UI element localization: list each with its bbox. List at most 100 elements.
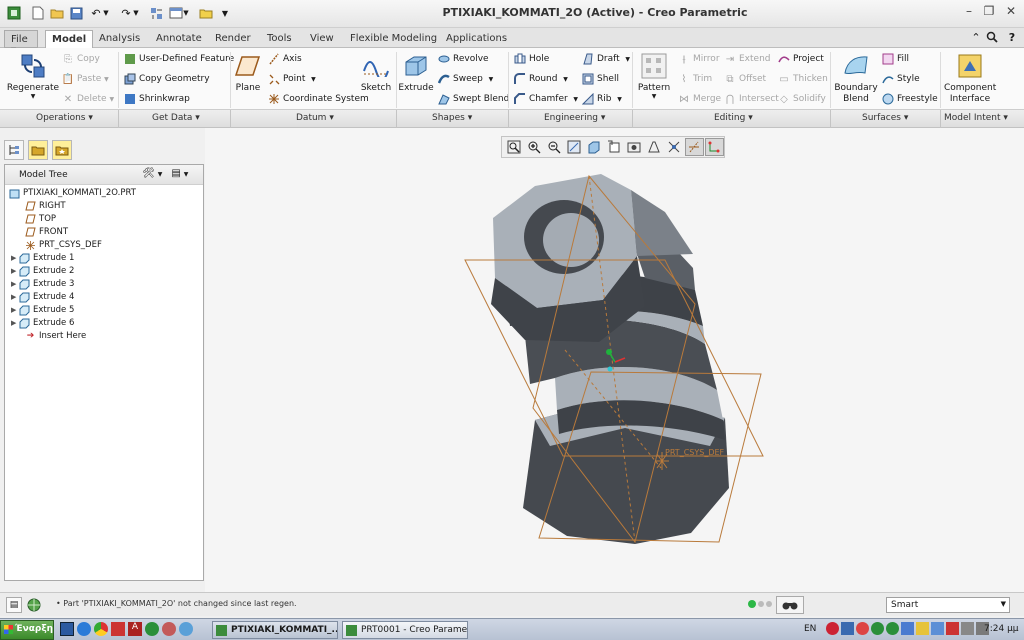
tree-item-right[interactable]: RIGHT bbox=[25, 200, 66, 212]
expand-icon[interactable]: ▶ bbox=[11, 267, 19, 275]
app-circle-icon[interactable] bbox=[162, 622, 176, 636]
tree-item-front[interactable]: FRONT bbox=[25, 226, 68, 238]
creo-launch-icon[interactable] bbox=[145, 622, 159, 636]
expand-icon[interactable]: ▶ bbox=[11, 254, 19, 262]
tab-view[interactable]: View bbox=[304, 30, 340, 48]
expand-icon[interactable]: ▶ bbox=[11, 293, 19, 301]
app-blue-icon[interactable] bbox=[179, 622, 193, 636]
favorites-tab-icon[interactable] bbox=[52, 140, 72, 160]
group-surfaces[interactable]: Surfaces ▾ bbox=[862, 113, 908, 123]
pattern-button[interactable]: Pattern ▼ bbox=[638, 52, 670, 100]
group-engineering[interactable]: Engineering ▾ bbox=[544, 113, 605, 123]
minimize-button[interactable]: – bbox=[960, 4, 978, 20]
model-tree-tab-icon[interactable] bbox=[4, 140, 24, 160]
annotation-display-icon[interactable] bbox=[665, 138, 684, 156]
extrude-button[interactable]: Extrude bbox=[398, 52, 434, 93]
tree-item-part[interactable]: PTIXIAKI_KOMMATI_2O.PRT bbox=[9, 187, 136, 199]
chamfer-button[interactable]: Chamfer ▼ bbox=[514, 92, 578, 106]
group-operations[interactable]: Operations ▾ bbox=[36, 113, 93, 123]
copy-geometry-button[interactable]: Copy Geometry bbox=[124, 72, 210, 86]
tray-icon-1[interactable] bbox=[826, 622, 839, 635]
network-icon[interactable] bbox=[961, 622, 974, 635]
model-render[interactable]: PRT_CSYS_DEF bbox=[205, 128, 1024, 592]
paste-button[interactable]: 📋 Paste ▼ bbox=[62, 72, 109, 86]
sweep-button[interactable]: Sweep ▼ bbox=[438, 72, 493, 86]
tab-model[interactable]: Model bbox=[45, 30, 94, 48]
tree-item-extrude-6[interactable]: ▶ Extrude 6 bbox=[11, 317, 74, 329]
delete-button[interactable]: ✕ Delete ▼ bbox=[62, 92, 114, 106]
taskbar-item-prt0001[interactable]: PRT0001 - Creo Paramet... bbox=[342, 621, 468, 639]
tray-icon-8[interactable] bbox=[931, 622, 944, 635]
zoom-in-icon[interactable] bbox=[524, 138, 543, 156]
group-editing[interactable]: Editing ▾ bbox=[714, 113, 753, 123]
tab-tools[interactable]: Tools bbox=[261, 30, 298, 48]
search-icon[interactable] bbox=[984, 29, 1000, 45]
group-shapes[interactable]: Shapes ▾ bbox=[432, 113, 472, 123]
folder-browser-tab-icon[interactable] bbox=[28, 140, 48, 160]
toggle-navigator-icon[interactable]: ▤ bbox=[6, 597, 22, 613]
tree-settings-icon[interactable]: 🛠 bbox=[142, 168, 155, 179]
maximize-button[interactable]: ❐ bbox=[980, 4, 998, 20]
taskbar-item-ptixiaki[interactable]: PTIXIAKI_KOMMATI_... bbox=[212, 621, 338, 639]
tab-render[interactable]: Render bbox=[209, 30, 257, 48]
browser-globe-icon[interactable] bbox=[26, 597, 42, 613]
shrinkwrap-button[interactable]: Shrinkwrap bbox=[124, 92, 190, 106]
tab-annotate[interactable]: Annotate bbox=[150, 30, 208, 48]
collapse-ribbon-icon[interactable]: ⌃ bbox=[968, 29, 984, 45]
regenerate-button[interactable]: Regenerate ▼ bbox=[7, 52, 59, 100]
tray-icon-2[interactable] bbox=[841, 622, 854, 635]
expand-icon[interactable]: ▶ bbox=[11, 319, 19, 327]
tree-item-extrude-5[interactable]: ▶ Extrude 5 bbox=[11, 304, 74, 316]
solidify-button[interactable]: ◇ Solidify bbox=[778, 92, 826, 106]
system-clock[interactable]: 7:24 μμ bbox=[984, 624, 1019, 634]
sketch-button[interactable]: Sketch bbox=[360, 52, 392, 93]
view-manager-icon[interactable] bbox=[624, 138, 643, 156]
freestyle-button[interactable]: Freestyle bbox=[882, 92, 938, 106]
graphics-viewport[interactable]: PRT_CSYS_DEF bbox=[205, 128, 1024, 592]
group-model-intent[interactable]: Model Intent ▾ bbox=[944, 113, 1008, 123]
tray-icon-3[interactable] bbox=[856, 622, 869, 635]
hole-button[interactable]: Hole bbox=[514, 52, 549, 66]
extend-button[interactable]: ⇥ Extend bbox=[724, 52, 771, 66]
tab-analysis[interactable]: Analysis bbox=[93, 30, 146, 48]
revolve-button[interactable]: Revolve bbox=[438, 52, 489, 66]
ie-icon[interactable] bbox=[77, 622, 91, 636]
point-button[interactable]: Point ▼ bbox=[268, 72, 316, 86]
swept-blend-button[interactable]: Swept Blend bbox=[438, 92, 509, 106]
tray-icon-6[interactable] bbox=[901, 622, 914, 635]
find-binoculars-icon[interactable] bbox=[776, 596, 804, 614]
tree-settings-dropdown-icon[interactable]: ▼ bbox=[158, 171, 163, 179]
rib-button[interactable]: Rib ▼ bbox=[582, 92, 622, 106]
chrome-icon[interactable] bbox=[94, 622, 108, 636]
tree-item-extrude-1[interactable]: ▶ Extrude 1 bbox=[11, 252, 74, 264]
tray-icon-4[interactable] bbox=[871, 622, 884, 635]
style-button[interactable]: Style bbox=[882, 72, 920, 86]
perspective-icon[interactable] bbox=[645, 138, 664, 156]
mirror-button[interactable]: ⫲ Mirror bbox=[678, 52, 719, 66]
trim-button[interactable]: ⌇ Trim bbox=[678, 72, 713, 86]
tree-show-icon[interactable]: ▤ bbox=[171, 168, 180, 179]
close-button[interactable]: ✕ bbox=[1002, 4, 1020, 20]
refit-icon[interactable] bbox=[504, 138, 523, 156]
saved-orientations-icon[interactable] bbox=[604, 138, 623, 156]
coordinate-system-button[interactable]: Coordinate System bbox=[268, 92, 369, 106]
merge-button[interactable]: ⋈ Merge bbox=[678, 92, 721, 106]
expand-icon[interactable]: ▶ bbox=[11, 280, 19, 288]
tree-item-extrude-3[interactable]: ▶ Extrude 3 bbox=[11, 278, 74, 290]
user-defined-feature-button[interactable]: User-Defined Feature bbox=[124, 52, 234, 66]
tree-item-extrude-2[interactable]: ▶ Extrude 2 bbox=[11, 265, 74, 277]
app-red-icon[interactable] bbox=[111, 622, 125, 636]
tree-item-csys[interactable]: PRT_CSYS_DEF bbox=[25, 239, 102, 251]
group-get-data[interactable]: Get Data ▾ bbox=[152, 113, 200, 123]
start-button[interactable]: Έναρξη bbox=[0, 620, 54, 640]
display-style-icon[interactable] bbox=[584, 138, 603, 156]
tree-item-top[interactable]: TOP bbox=[25, 213, 56, 225]
tree-item-insert-here[interactable]: ➔ Insert Here bbox=[25, 330, 87, 342]
expand-icon[interactable]: ▶ bbox=[11, 306, 19, 314]
tree-show-dropdown-icon[interactable]: ▼ bbox=[184, 171, 189, 179]
fill-button[interactable]: Fill bbox=[882, 52, 909, 66]
tab-applications[interactable]: Applications bbox=[440, 30, 513, 48]
component-interface-button[interactable]: Component Interface bbox=[944, 52, 996, 105]
tree-item-extrude-4[interactable]: ▶ Extrude 4 bbox=[11, 291, 74, 303]
acrobat-icon[interactable]: A bbox=[128, 622, 142, 636]
